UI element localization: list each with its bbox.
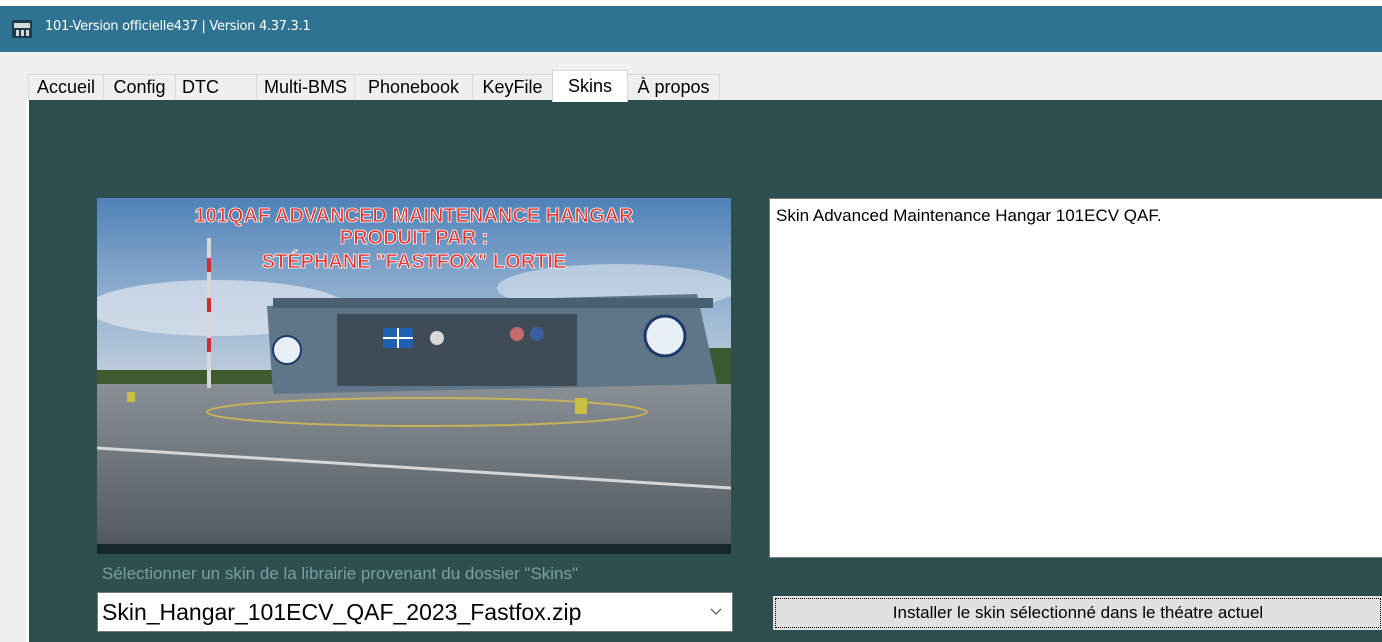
hangar-preview-graphic: 101QAF ADVANCED MAINTENANCE HANGAR PRODU…: [97, 198, 731, 554]
chevron-down-icon[interactable]: [710, 606, 722, 618]
title-bar[interactable]: 101-Version officielle437 | Version 4.37…: [0, 0, 1382, 52]
banner-line-1: 101QAF ADVANCED MAINTENANCE HANGAR: [195, 205, 634, 227]
app-logo-icon: [12, 20, 32, 38]
tab-skins[interactable]: Skins: [552, 70, 628, 102]
tab-keyfile[interactable]: KeyFile: [472, 74, 553, 100]
skin-preview-image: 101QAF ADVANCED MAINTENANCE HANGAR PRODU…: [97, 198, 731, 554]
skin-description-box[interactable]: Skin Advanced Maintenance Hangar 101ECV …: [769, 198, 1382, 558]
tab-dtc[interactable]: DTC: [175, 74, 257, 100]
skins-panel: 101QAF ADVANCED MAINTENANCE HANGAR PRODU…: [26, 100, 1382, 642]
skin-description-text: Skin Advanced Maintenance Hangar 101ECV …: [776, 206, 1162, 225]
tab-multi-bms[interactable]: Multi-BMS: [256, 74, 355, 100]
client-area: Accueil Config DTC Multi-BMS Phonebook K…: [0, 52, 1382, 642]
install-skin-button[interactable]: Installer le skin sélectionné dans le th…: [771, 594, 1382, 632]
tab-accueil[interactable]: Accueil: [28, 74, 104, 100]
banner-line-2: PRODUIT PAR :: [340, 227, 489, 249]
skin-select-dropdown[interactable]: Skin_Hangar_101ECV_QAF_2023_Fastfox.zip: [97, 592, 733, 632]
select-skin-hint: Sélectionner un skin de la librairie pro…: [102, 564, 579, 583]
tab-phonebook[interactable]: Phonebook: [354, 74, 473, 100]
window-title: 101-Version officielle437 | Version 4.37…: [45, 19, 311, 34]
banner-line-3: STÉPHANE "FASTFOX" LORTIE: [262, 250, 567, 273]
tab-config[interactable]: Config: [103, 74, 176, 100]
tab-a-propos[interactable]: À propos: [627, 74, 720, 100]
selected-skin-value: Skin_Hangar_101ECV_QAF_2023_Fastfox.zip: [102, 599, 582, 625]
